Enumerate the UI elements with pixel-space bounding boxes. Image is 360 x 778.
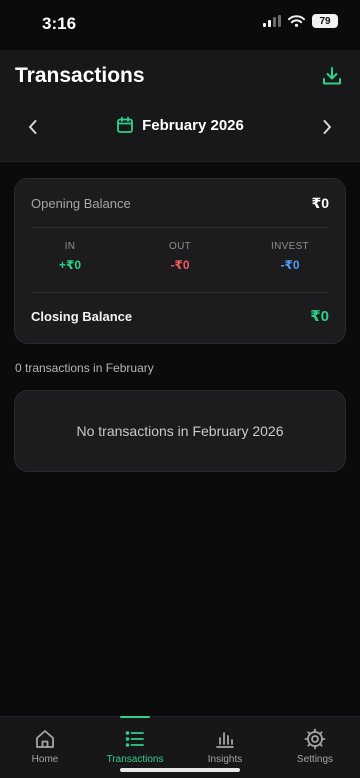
in-value: +₹0 [58,258,82,272]
out-label: OUT [168,241,191,252]
out-value: -₹0 [170,258,190,272]
home-icon [36,730,54,748]
month-navigator: February 2026 [0,112,360,142]
month-label: February 2026 [142,116,244,134]
gear-icon [304,728,326,750]
battery-indicator: 79 [312,14,338,28]
empty-state-card: No transactions in February 2026 [14,390,346,472]
invest-column: INVEST -₹0 [235,241,345,272]
calendar-icon [117,116,134,133]
signal-icon [263,15,281,27]
list-icon [125,731,144,747]
divider [31,292,329,293]
in-column: IN +₹0 [15,241,125,272]
bar-chart-icon [216,732,234,748]
tab-settings[interactable]: Settings [270,717,360,778]
closing-balance-label: Closing Balance [31,308,133,324]
header: Transactions February 2026 [0,50,360,162]
closing-balance-row: Closing Balance ₹0 [31,307,329,325]
active-tab-indicator [120,716,150,718]
page-title: Transactions [15,64,145,87]
status-time: 3:16 [42,14,77,33]
out-column: OUT -₹0 [125,241,235,272]
chevron-right-icon [323,120,331,134]
opening-balance-row: Opening Balance ₹0 [31,195,329,212]
opening-balance-label: Opening Balance [31,196,131,211]
next-month-button[interactable] [314,114,340,140]
status-icons: 79 [263,14,338,28]
bottom-tab-bar: Home Transactions Insights Settings [0,716,360,778]
balance-summary-card: Opening Balance ₹0 IN +₹0 OUT -₹0 INVEST… [14,178,346,344]
download-button[interactable] [318,62,346,90]
empty-state-text: No transactions in February 2026 [76,423,284,439]
closing-balance-value: ₹0 [310,308,329,325]
transaction-count: 0 transactions in February [15,361,154,375]
tab-label: Settings [296,754,334,765]
in-label: IN [64,241,76,252]
wifi-icon [288,15,305,27]
divider [31,227,329,228]
month-selector[interactable]: February 2026 [0,116,360,134]
tab-label: Transactions [106,754,164,765]
cash-flow-row: IN +₹0 OUT -₹0 INVEST -₹0 [15,241,345,272]
invest-label: INVEST [271,241,309,252]
tab-home[interactable]: Home [0,717,90,778]
invest-value: -₹0 [280,258,300,272]
status-bar: 3:16 79 [0,0,360,50]
tab-label: Home [31,754,59,765]
opening-balance-value: ₹0 [311,195,329,211]
tab-label: Insights [207,754,243,765]
home-indicator [120,768,240,772]
download-icon [323,67,341,85]
